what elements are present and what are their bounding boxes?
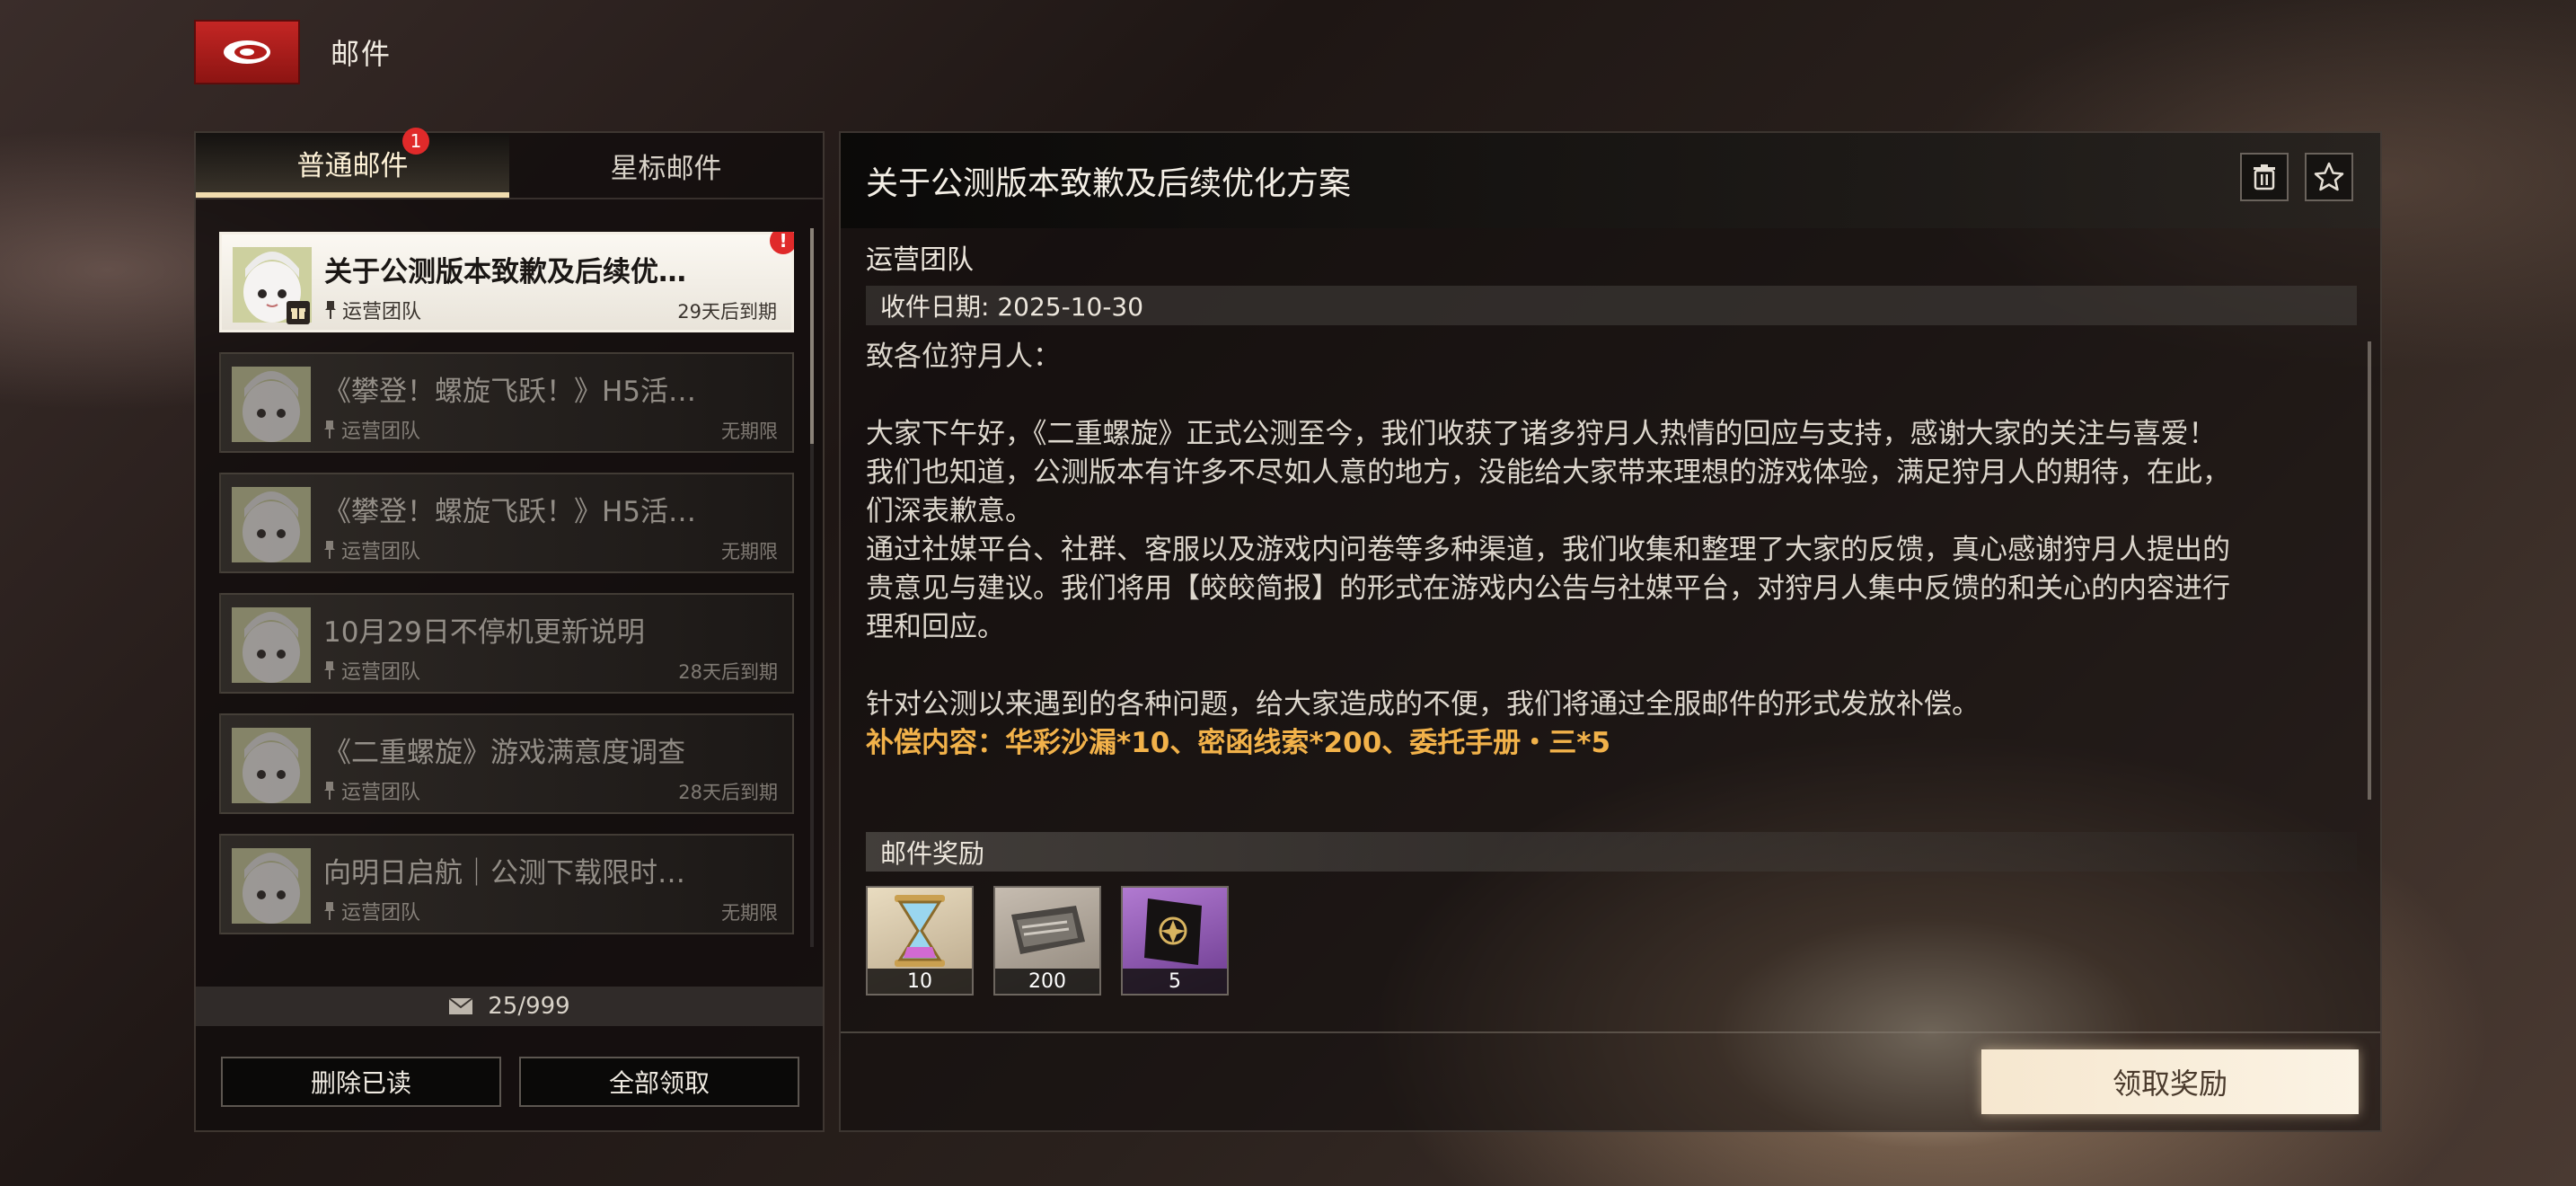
mail-body: 致各位狩月人： 大家下午好，《二重螺旋》正式公测至今，我们收获了诸多狩月人热情的…: [866, 338, 2375, 913]
mail-item[interactable]: 关于公测版本致歉及后续优… 运营团队 29天后到期 !: [219, 232, 794, 332]
pin-icon: [324, 902, 335, 920]
mail-list-scrollbar[interactable]: [810, 228, 814, 947]
scrollbar-thumb[interactable]: [810, 228, 814, 444]
mail-sender: 运营团队: [323, 535, 420, 564]
mail-count: 25/999: [488, 993, 570, 1020]
reward-quantity: 10: [868, 969, 972, 994]
sender-name: 运营团队: [341, 782, 421, 804]
gift-icon: [287, 301, 310, 324]
detail-header: 关于公测版本致歉及后续优化方案: [841, 133, 2380, 228]
unread-badge: 1: [402, 128, 429, 155]
mail-sender: 运营团队: [323, 415, 420, 444]
commission-manual-icon: [1144, 898, 1202, 965]
page-title: 邮件: [331, 37, 393, 71]
delete-mail-button[interactable]: [2240, 153, 2289, 201]
mail-tabs: 普通邮件 1 星标邮件: [196, 128, 823, 199]
sender-avatar: [232, 367, 311, 442]
reward-quantity: 5: [1123, 969, 1227, 994]
mail-item[interactable]: 10月29日不停机更新说明 运营团队 28天后到期: [219, 593, 794, 694]
pin-icon: [324, 420, 335, 438]
pin-icon: [324, 541, 335, 559]
reward-item[interactable]: 10: [866, 886, 974, 996]
rewards-label: 邮件奖励: [866, 832, 2357, 872]
tab-label: 星标邮件: [610, 152, 722, 185]
mail-title: 《攀登！螺旋飞跃！》H5活…: [323, 376, 697, 408]
sender-name: 运营团队: [341, 902, 421, 925]
receive-date: 收件日期: 2025-10-30: [866, 286, 2357, 325]
mail-expiry: 28天后到期: [678, 782, 778, 803]
clue-letter-icon: [1011, 906, 1085, 954]
sender-avatar: [232, 728, 311, 803]
sender-avatar: [232, 848, 311, 924]
mail-body-scrollbar[interactable]: [2368, 341, 2371, 800]
mail-expiry: 无期限: [721, 541, 778, 562]
mail-count-bar: 25/999: [196, 987, 823, 1026]
mail-expiry: 无期限: [721, 420, 778, 442]
pin-icon: [324, 782, 335, 800]
detail-footer-divider: [841, 1031, 2380, 1033]
top-bar: 邮件: [194, 20, 392, 84]
hourglass-icon: [895, 895, 945, 967]
mail-sender: 运营团队: [323, 656, 420, 685]
mail-sender: 运营团队: [323, 776, 420, 805]
tab-starred-mail[interactable]: 星标邮件: [509, 133, 823, 198]
star-icon: [2314, 162, 2344, 191]
compensation-text: 补偿内容：华彩沙漏*10、密函线索*200、委托手册・三*5: [866, 727, 1611, 759]
rewards-list: 10 200 5: [866, 886, 1229, 996]
sender-name: 运营团队: [342, 301, 422, 323]
mail-item[interactable]: 《攀登！螺旋飞跃！》H5活… 运营团队 无期限: [219, 473, 794, 573]
mail-item[interactable]: 《攀登！螺旋飞跃！》H5活… 运营团队 无期限: [219, 352, 794, 453]
star-mail-button[interactable]: [2305, 153, 2353, 201]
back-button[interactable]: [194, 20, 300, 84]
tab-label: 普通邮件: [296, 149, 409, 182]
list-actions: 删除已读 全部领取: [221, 1057, 799, 1107]
pin-icon: [325, 301, 336, 319]
mail-detail-panel: 关于公测版本致歉及后续优化方案 运营团队 收件日期: 2025-10-30 致各…: [839, 131, 2382, 1132]
mail-body-text: 致各位狩月人： 大家下午好，《二重螺旋》正式公测至今，我们收获了诸多狩月人热情的…: [866, 341, 2230, 721]
reward-item[interactable]: 5: [1121, 886, 1229, 996]
mail-title: 《二重螺旋》游戏满意度调查: [323, 737, 685, 769]
tab-normal-mail[interactable]: 普通邮件 1: [196, 128, 509, 198]
claim-all-button[interactable]: 全部领取: [519, 1057, 799, 1107]
mail-title: 关于公测版本致歉及后续优…: [324, 256, 686, 288]
back-emblem-icon: [224, 40, 270, 64]
mail-expiry: 29天后到期: [677, 301, 777, 323]
reward-quantity: 200: [995, 969, 1099, 994]
sender-name: 运营团队: [341, 420, 421, 443]
mail-list-panel: 普通邮件 1 星标邮件 关于公测版本致歉及后续优… 运营团队 29天后到期 ! …: [194, 128, 825, 1132]
new-alert-badge: !: [770, 232, 794, 254]
sender-avatar: [232, 487, 311, 562]
mail-expiry: 28天后到期: [678, 661, 778, 683]
sender-avatar: [232, 607, 311, 683]
mail-item[interactable]: 向明日启航｜公测下载限时… 运营团队 无期限: [219, 834, 794, 934]
mail-expiry: 无期限: [721, 902, 778, 924]
mail-title: 《攀登！螺旋飞跃！》H5活…: [323, 496, 697, 528]
pin-icon: [324, 661, 335, 679]
mail-item[interactable]: 《二重螺旋》游戏满意度调查 运营团队 28天后到期: [219, 713, 794, 814]
mail-title: 10月29日不停机更新说明: [323, 616, 645, 649]
detail-sender: 运营团队: [866, 244, 974, 276]
mail-title: 向明日启航｜公测下载限时…: [323, 857, 685, 890]
mail-list[interactable]: 关于公测版本致歉及后续优… 运营团队 29天后到期 ! 《攀登！螺旋飞跃！》H5…: [219, 232, 794, 987]
mail-sender: 运营团队: [323, 897, 420, 925]
reward-item[interactable]: 200: [993, 886, 1101, 996]
sender-name: 运营团队: [341, 661, 421, 684]
mail-sender: 运营团队: [324, 296, 421, 324]
delete-read-button[interactable]: 删除已读: [221, 1057, 501, 1107]
sender-name: 运营团队: [341, 541, 421, 563]
mail-detail-title: 关于公测版本致歉及后续优化方案: [866, 165, 1352, 202]
claim-rewards-button[interactable]: 领取奖励: [1981, 1049, 2359, 1114]
envelope-icon: [448, 997, 473, 1014]
trash-icon: [2254, 164, 2275, 190]
